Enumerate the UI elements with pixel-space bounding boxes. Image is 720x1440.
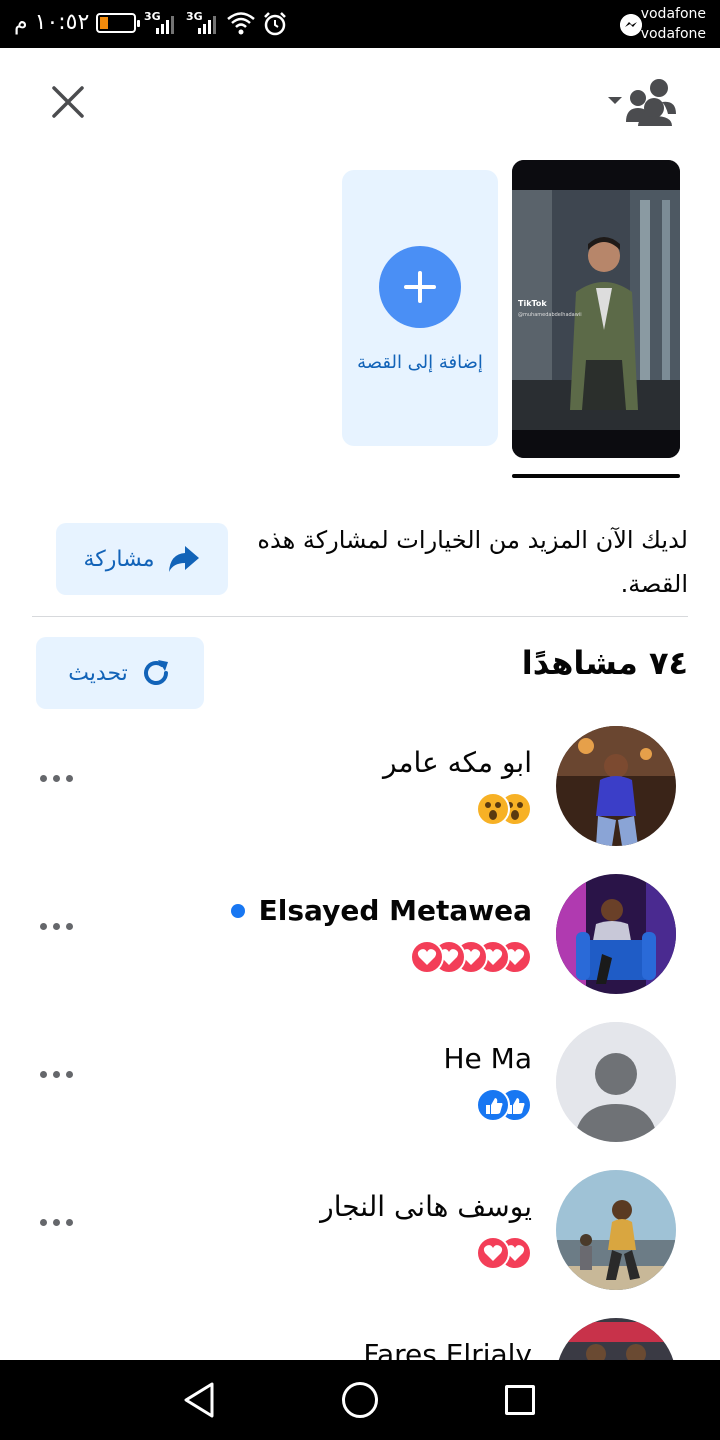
status-bar: ١٠:٥٢ م 3G 3G vodafone vodafone — [0, 0, 720, 48]
story-thumbnail[interactable]: TikTok @muhamedabdelhadawii — [512, 160, 680, 458]
viewer-row[interactable]: يوسف هانى النجار — [0, 1170, 720, 1300]
signal-icon: 3G — [186, 10, 222, 36]
reactions — [476, 1088, 532, 1122]
story-selected-indicator — [512, 474, 680, 478]
online-indicator — [230, 903, 245, 918]
reactions — [476, 1236, 532, 1270]
alarm-icon — [264, 12, 286, 36]
more-options-icon[interactable] — [40, 1210, 80, 1234]
refresh-button[interactable]: تحديث — [36, 637, 204, 709]
wifi-icon — [227, 12, 255, 35]
viewer-name[interactable]: ابو مكه عامر — [383, 746, 532, 779]
refresh-label: تحديث — [68, 660, 128, 686]
viewer-name[interactable]: Elsayed Metawea — [259, 894, 532, 927]
share-info-text: لديك الآن المزيد من الخيارات لمشاركة هذه… — [226, 518, 688, 606]
avatar[interactable] — [556, 874, 676, 994]
viewer-name-row: Elsayed Metawea — [230, 894, 532, 927]
tiktok-watermark: TikTok — [518, 299, 547, 308]
tiktok-handle: @muhamedabdelhadawii — [518, 312, 582, 318]
viewer-row[interactable]: He Ma — [0, 1022, 720, 1152]
share-info-line-2: القصة. — [620, 570, 688, 598]
avatar[interactable] — [556, 1170, 676, 1290]
share-label: مشاركة — [83, 546, 155, 572]
heart-reaction-icon — [476, 1236, 510, 1270]
signal-icon: 3G — [144, 10, 180, 36]
viewer-row[interactable]: Elsayed Metawea — [0, 874, 720, 1004]
carrier-1: vodafone — [640, 6, 706, 22]
status-time: ١٠:٥٢ م — [14, 10, 90, 35]
refresh-icon — [143, 660, 168, 685]
like-reaction-icon — [476, 1088, 510, 1122]
system-nav-bar — [0, 1360, 720, 1440]
share-arrow-icon — [168, 546, 199, 572]
share-info-line-1: لديك الآن المزيد من الخيارات لمشاركة هذه — [257, 526, 688, 554]
divider — [32, 616, 688, 617]
viewer-name[interactable]: يوسف هانى النجار — [320, 1190, 532, 1223]
more-options-icon[interactable] — [40, 914, 80, 938]
share-button[interactable]: مشاركة — [56, 523, 228, 595]
battery-icon — [96, 13, 140, 33]
carrier-2: vodafone — [640, 26, 706, 42]
wow-reaction-icon — [476, 792, 510, 826]
viewer-name[interactable]: He Ma — [444, 1042, 533, 1075]
audience-friends-icon[interactable] — [604, 76, 684, 130]
viewer-row[interactable]: ابو مكه عامر — [0, 726, 720, 856]
add-to-story-card[interactable]: إضافة إلى القصة — [342, 170, 498, 446]
recents-icon[interactable] — [505, 1385, 535, 1415]
add-to-story-label: إضافة إلى القصة — [357, 352, 483, 373]
story-image: TikTok @muhamedabdelhadawii — [512, 160, 680, 458]
more-options-icon[interactable] — [40, 766, 80, 790]
reactions — [410, 940, 532, 974]
carrier-labels: vodafone vodafone — [641, 4, 706, 44]
default-avatar-icon — [556, 1022, 676, 1142]
avatar[interactable] — [556, 1022, 676, 1142]
heart-reaction-icon — [410, 940, 444, 974]
messenger-icon — [620, 14, 642, 36]
more-options-icon[interactable] — [40, 1062, 80, 1086]
close-icon[interactable] — [48, 82, 88, 122]
back-icon[interactable] — [182, 1380, 218, 1420]
reactions — [476, 792, 532, 826]
plus-icon — [379, 246, 461, 328]
viewers-count-title: ٧٤ مشاهدًا — [521, 644, 688, 682]
avatar[interactable] — [556, 726, 676, 846]
home-icon[interactable] — [342, 1382, 378, 1418]
